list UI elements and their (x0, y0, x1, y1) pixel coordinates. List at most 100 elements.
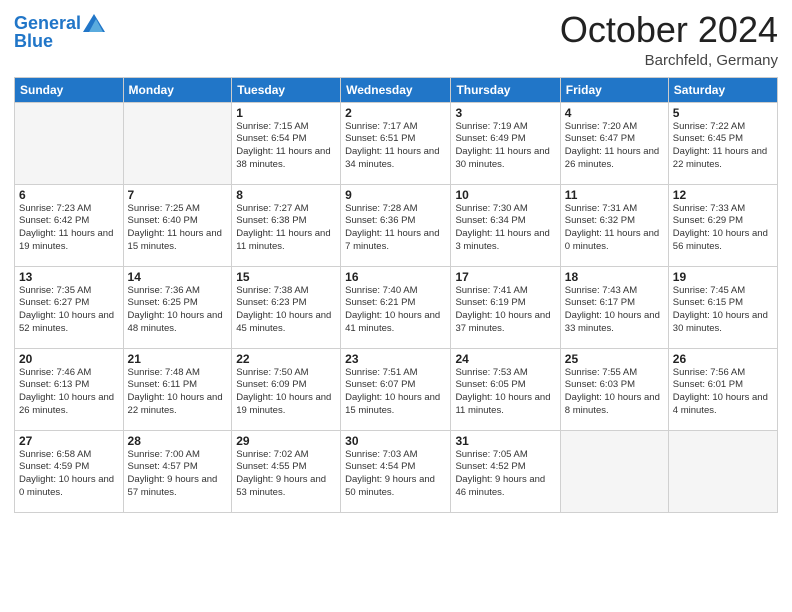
day-info: Sunrise: 7:05 AMSunset: 4:52 PMDaylight:… (455, 449, 555, 500)
day-cell: 14Sunrise: 7:36 AMSunset: 6:25 PMDayligh… (123, 266, 232, 348)
day-number: 16 (345, 270, 446, 284)
day-number: 5 (673, 106, 773, 120)
week-row-3: 13Sunrise: 7:35 AMSunset: 6:27 PMDayligh… (15, 266, 778, 348)
day-info: Sunrise: 7:02 AMSunset: 4:55 PMDaylight:… (236, 449, 336, 500)
header-sunday: Sunday (15, 77, 124, 102)
day-info: Sunrise: 7:50 AMSunset: 6:09 PMDaylight:… (236, 367, 336, 418)
day-info: Sunrise: 7:33 AMSunset: 6:29 PMDaylight:… (673, 203, 773, 254)
day-cell: 24Sunrise: 7:53 AMSunset: 6:05 PMDayligh… (451, 348, 560, 430)
week-row-4: 20Sunrise: 7:46 AMSunset: 6:13 PMDayligh… (15, 348, 778, 430)
day-info: Sunrise: 7:36 AMSunset: 6:25 PMDaylight:… (128, 285, 228, 336)
day-cell: 17Sunrise: 7:41 AMSunset: 6:19 PMDayligh… (451, 266, 560, 348)
day-cell: 3Sunrise: 7:19 AMSunset: 6:49 PMDaylight… (451, 102, 560, 184)
day-number: 19 (673, 270, 773, 284)
day-info: Sunrise: 7:45 AMSunset: 6:15 PMDaylight:… (673, 285, 773, 336)
location: Barchfeld, Germany (560, 52, 778, 69)
day-number: 26 (673, 352, 773, 366)
day-cell (668, 430, 777, 512)
day-number: 6 (19, 188, 119, 202)
day-info: Sunrise: 7:46 AMSunset: 6:13 PMDaylight:… (19, 367, 119, 418)
day-cell (560, 430, 668, 512)
day-cell: 23Sunrise: 7:51 AMSunset: 6:07 PMDayligh… (341, 348, 451, 430)
day-number: 29 (236, 434, 336, 448)
day-number: 23 (345, 352, 446, 366)
day-number: 22 (236, 352, 336, 366)
day-cell: 26Sunrise: 7:56 AMSunset: 6:01 PMDayligh… (668, 348, 777, 430)
day-number: 25 (565, 352, 664, 366)
day-info: Sunrise: 7:51 AMSunset: 6:07 PMDaylight:… (345, 367, 446, 418)
day-info: Sunrise: 7:19 AMSunset: 6:49 PMDaylight:… (455, 121, 555, 172)
day-info: Sunrise: 7:40 AMSunset: 6:21 PMDaylight:… (345, 285, 446, 336)
day-info: Sunrise: 7:15 AMSunset: 6:54 PMDaylight:… (236, 121, 336, 172)
day-info: Sunrise: 7:55 AMSunset: 6:03 PMDaylight:… (565, 367, 664, 418)
day-info: Sunrise: 7:28 AMSunset: 6:36 PMDaylight:… (345, 203, 446, 254)
day-number: 12 (673, 188, 773, 202)
day-cell: 10Sunrise: 7:30 AMSunset: 6:34 PMDayligh… (451, 184, 560, 266)
day-number: 1 (236, 106, 336, 120)
day-number: 20 (19, 352, 119, 366)
page: General Blue October 2024 Barchfeld, Ger… (0, 0, 792, 612)
day-info: Sunrise: 7:20 AMSunset: 6:47 PMDaylight:… (565, 121, 664, 172)
day-number: 18 (565, 270, 664, 284)
day-info: Sunrise: 7:22 AMSunset: 6:45 PMDaylight:… (673, 121, 773, 172)
day-number: 14 (128, 270, 228, 284)
day-cell: 16Sunrise: 7:40 AMSunset: 6:21 PMDayligh… (341, 266, 451, 348)
day-cell: 7Sunrise: 7:25 AMSunset: 6:40 PMDaylight… (123, 184, 232, 266)
day-number: 4 (565, 106, 664, 120)
day-cell: 2Sunrise: 7:17 AMSunset: 6:51 PMDaylight… (341, 102, 451, 184)
header-monday: Monday (123, 77, 232, 102)
day-number: 11 (565, 188, 664, 202)
day-cell: 12Sunrise: 7:33 AMSunset: 6:29 PMDayligh… (668, 184, 777, 266)
day-cell: 15Sunrise: 7:38 AMSunset: 6:23 PMDayligh… (232, 266, 341, 348)
day-cell: 8Sunrise: 7:27 AMSunset: 6:38 PMDaylight… (232, 184, 341, 266)
day-info: Sunrise: 7:48 AMSunset: 6:11 PMDaylight:… (128, 367, 228, 418)
day-number: 27 (19, 434, 119, 448)
day-cell: 21Sunrise: 7:48 AMSunset: 6:11 PMDayligh… (123, 348, 232, 430)
day-number: 3 (455, 106, 555, 120)
day-cell: 6Sunrise: 7:23 AMSunset: 6:42 PMDaylight… (15, 184, 124, 266)
title-block: October 2024 Barchfeld, Germany (560, 10, 778, 69)
day-cell: 28Sunrise: 7:00 AMSunset: 4:57 PMDayligh… (123, 430, 232, 512)
day-info: Sunrise: 7:41 AMSunset: 6:19 PMDaylight:… (455, 285, 555, 336)
day-info: Sunrise: 7:30 AMSunset: 6:34 PMDaylight:… (455, 203, 555, 254)
day-number: 10 (455, 188, 555, 202)
day-number: 17 (455, 270, 555, 284)
week-row-1: 1Sunrise: 7:15 AMSunset: 6:54 PMDaylight… (15, 102, 778, 184)
day-info: Sunrise: 7:43 AMSunset: 6:17 PMDaylight:… (565, 285, 664, 336)
day-info: Sunrise: 7:35 AMSunset: 6:27 PMDaylight:… (19, 285, 119, 336)
day-number: 7 (128, 188, 228, 202)
day-cell: 9Sunrise: 7:28 AMSunset: 6:36 PMDaylight… (341, 184, 451, 266)
day-cell (123, 102, 232, 184)
week-row-2: 6Sunrise: 7:23 AMSunset: 6:42 PMDaylight… (15, 184, 778, 266)
day-number: 28 (128, 434, 228, 448)
logo-icon (83, 14, 105, 32)
day-cell: 22Sunrise: 7:50 AMSunset: 6:09 PMDayligh… (232, 348, 341, 430)
header: General Blue October 2024 Barchfeld, Ger… (14, 10, 778, 69)
day-info: Sunrise: 7:31 AMSunset: 6:32 PMDaylight:… (565, 203, 664, 254)
day-cell: 1Sunrise: 7:15 AMSunset: 6:54 PMDaylight… (232, 102, 341, 184)
day-cell: 4Sunrise: 7:20 AMSunset: 6:47 PMDaylight… (560, 102, 668, 184)
day-number: 24 (455, 352, 555, 366)
week-row-5: 27Sunrise: 6:58 AMSunset: 4:59 PMDayligh… (15, 430, 778, 512)
header-thursday: Thursday (451, 77, 560, 102)
day-cell: 19Sunrise: 7:45 AMSunset: 6:15 PMDayligh… (668, 266, 777, 348)
day-cell: 11Sunrise: 7:31 AMSunset: 6:32 PMDayligh… (560, 184, 668, 266)
day-info: Sunrise: 7:17 AMSunset: 6:51 PMDaylight:… (345, 121, 446, 172)
day-number: 15 (236, 270, 336, 284)
day-cell: 30Sunrise: 7:03 AMSunset: 4:54 PMDayligh… (341, 430, 451, 512)
day-info: Sunrise: 7:25 AMSunset: 6:40 PMDaylight:… (128, 203, 228, 254)
day-number: 8 (236, 188, 336, 202)
day-cell: 18Sunrise: 7:43 AMSunset: 6:17 PMDayligh… (560, 266, 668, 348)
day-number: 9 (345, 188, 446, 202)
day-cell: 13Sunrise: 7:35 AMSunset: 6:27 PMDayligh… (15, 266, 124, 348)
logo-text-2: Blue (14, 32, 105, 52)
month-title: October 2024 (560, 10, 778, 50)
day-number: 13 (19, 270, 119, 284)
day-info: Sunrise: 7:27 AMSunset: 6:38 PMDaylight:… (236, 203, 336, 254)
calendar: Sunday Monday Tuesday Wednesday Thursday… (14, 77, 778, 513)
day-number: 2 (345, 106, 446, 120)
day-cell (15, 102, 124, 184)
day-cell: 25Sunrise: 7:55 AMSunset: 6:03 PMDayligh… (560, 348, 668, 430)
header-saturday: Saturday (668, 77, 777, 102)
day-info: Sunrise: 7:56 AMSunset: 6:01 PMDaylight:… (673, 367, 773, 418)
